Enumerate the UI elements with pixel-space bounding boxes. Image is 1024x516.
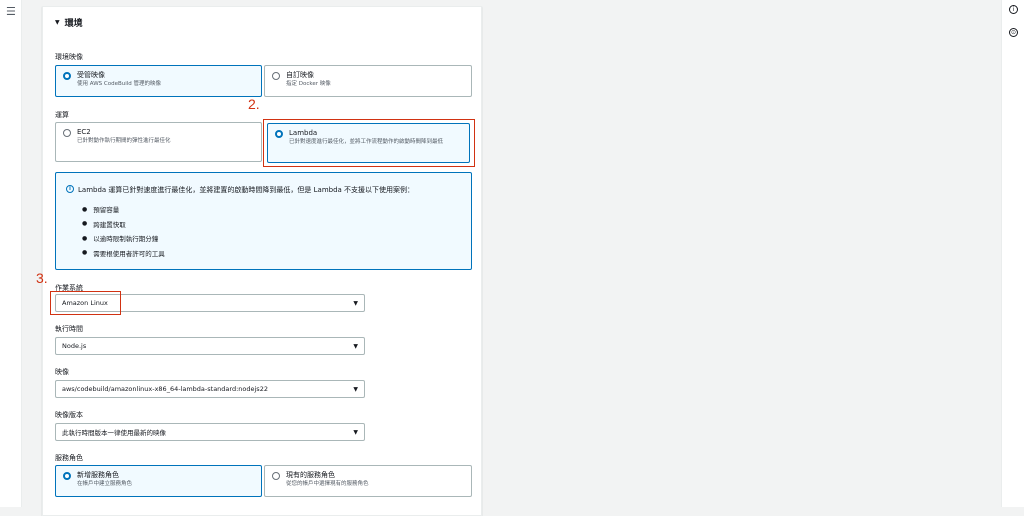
annotation-step-3: 3. [36, 270, 48, 286]
option-title: EC2 [77, 128, 91, 136]
menu-icon[interactable]: ☰ [6, 6, 16, 17]
annotation-step-2: 2. [248, 96, 260, 112]
image-version-select[interactable]: 此執行時間版本一律使用最新的映像 ▼ [55, 423, 365, 441]
lambda-highlight-box [263, 119, 475, 167]
section-header-environment[interactable]: ▼ 環境 [55, 16, 83, 29]
chevron-down-icon: ▼ [353, 428, 358, 436]
option-title: 現有的服務角色 [286, 471, 335, 479]
radio-icon [272, 72, 280, 80]
runtime-label: 執行時間 [55, 325, 83, 333]
image-select[interactable]: aws/codebuild/amazonlinux-x86_64-lambda-… [55, 380, 365, 398]
caret-down-icon: ▼ [55, 19, 60, 26]
chevron-down-icon: ▼ [353, 342, 358, 350]
runtime-select[interactable]: Node.js ▼ [55, 337, 365, 355]
settings-icon[interactable]: ⊙ [1009, 28, 1018, 37]
section-title: 環境 [64, 19, 83, 29]
environment-image-label: 環境映像 [55, 53, 83, 61]
info-list: ● 預留容量 ● 跨建置快取 ● 以逾時限制執行期分鐘 ● 需要根使用者許可的工具 [82, 202, 165, 260]
new-service-role-option[interactable]: 新增服務角色 在帳戶中建立服務角色 [55, 465, 262, 497]
existing-service-role-option[interactable]: 現有的服務角色 從您的帳戶中選擇現有的服務角色 [264, 465, 472, 497]
image-value: aws/codebuild/amazonlinux-x86_64-lambda-… [62, 385, 268, 393]
option-desc: 已針對動作執行期間的彈性進行最佳化 [77, 138, 171, 144]
option-title: 新增服務角色 [77, 471, 119, 479]
radio-icon [272, 472, 280, 480]
compute-label: 運算 [55, 111, 69, 119]
service-role-label: 服務角色 [55, 454, 83, 462]
chevron-down-icon: ▼ [353, 299, 358, 307]
ec2-option[interactable]: EC2 已針對動作執行期間的彈性進行最佳化 [55, 122, 262, 162]
image-label: 映像 [55, 368, 69, 376]
radio-icon [63, 129, 71, 137]
option-title: 受管映像 [77, 71, 105, 79]
info-text: Lambda 運算已針對速度進行最佳化，並將建置的啟動時間降到最低，但是 Lam… [78, 186, 415, 194]
info-icon[interactable]: i [1009, 5, 1018, 14]
list-item: ● 跨建置快取 [82, 220, 126, 229]
option-desc: 使用 AWS CodeBuild 管理的映像 [77, 81, 162, 87]
image-version-value: 此執行時間版本一律使用最新的映像 [62, 429, 166, 437]
custom-image-option[interactable]: 自訂映像 指定 Docker 映像 [264, 65, 472, 97]
runtime-value: Node.js [62, 342, 87, 350]
radio-icon [63, 472, 71, 480]
option-desc: 從您的帳戶中選擇現有的服務角色 [286, 481, 369, 487]
lambda-info-alert: i Lambda 運算已針對速度進行最佳化，並將建置的啟動時間降到最低，但是 L… [55, 172, 472, 270]
option-desc: 指定 Docker 映像 [286, 81, 331, 87]
left-nav-rail: ☰ [0, 0, 22, 507]
chevron-down-icon: ▼ [353, 385, 358, 393]
info-icon: i [66, 185, 74, 193]
right-tools-rail: i ⊙ [1001, 0, 1024, 507]
os-highlight-box [50, 291, 121, 315]
list-item: ● 以逾時限制執行期分鐘 [82, 234, 159, 244]
option-desc: 在帳戶中建立服務角色 [77, 481, 133, 487]
radio-icon [63, 72, 71, 80]
image-version-label: 映像版本 [55, 411, 83, 419]
option-title: 自訂映像 [286, 71, 314, 79]
managed-image-option[interactable]: 受管映像 使用 AWS CodeBuild 管理的映像 [55, 65, 262, 97]
list-item: ● 需要根使用者許可的工具 [82, 249, 165, 258]
list-item: ● 預留容量 [82, 205, 120, 215]
